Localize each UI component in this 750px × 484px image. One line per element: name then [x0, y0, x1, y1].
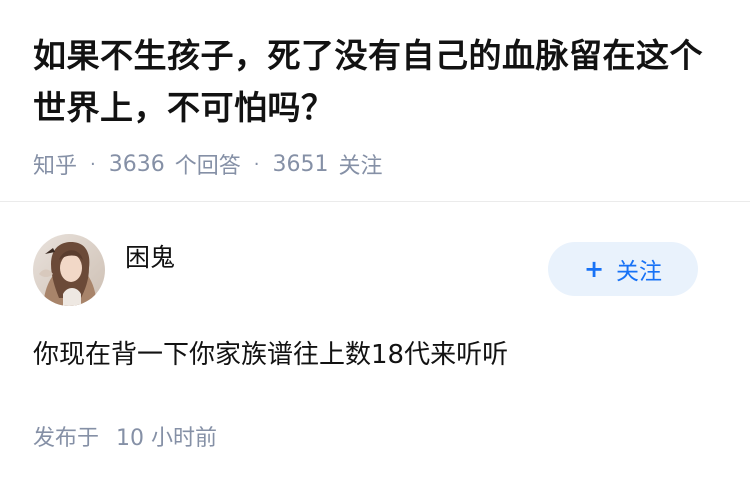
- author-info: 困鬼: [33, 234, 175, 306]
- answer-count-label: 个回答: [174, 154, 241, 179]
- plus-icon: +: [583, 255, 605, 283]
- follower-count-label: 关注: [338, 154, 383, 179]
- post-time: 发布于 10 小时前: [33, 420, 217, 452]
- avatar-photo-icon: [33, 234, 105, 306]
- section-divider: [0, 201, 750, 202]
- question-header: 如果不生孩子，死了没有自己的血脉留在这个世界上，不可怕吗？ 知乎 · 3636 …: [33, 30, 723, 180]
- follow-button-label: 关注: [616, 259, 663, 285]
- question-meta: 知乎 · 3636 个回答 · 3651 关注: [33, 148, 723, 180]
- question-title[interactable]: 如果不生孩子，死了没有自己的血脉留在这个世界上，不可怕吗？: [33, 30, 723, 134]
- answer-content[interactable]: 你现在背一下你家族谱往上数18代来听听: [33, 334, 508, 371]
- avatar[interactable]: [33, 234, 105, 306]
- meta-separator: ·: [90, 153, 96, 175]
- meta-separator: ·: [253, 153, 260, 175]
- source-label[interactable]: 知乎: [33, 148, 77, 180]
- answer-count: 3636: [108, 151, 165, 177]
- author-name[interactable]: 困鬼: [125, 238, 175, 274]
- follow-button[interactable]: + 关注: [548, 242, 698, 296]
- follower-count: 3651: [272, 151, 329, 177]
- published-label: 发布于: [33, 426, 100, 451]
- published-time: 10 小时前: [116, 426, 218, 451]
